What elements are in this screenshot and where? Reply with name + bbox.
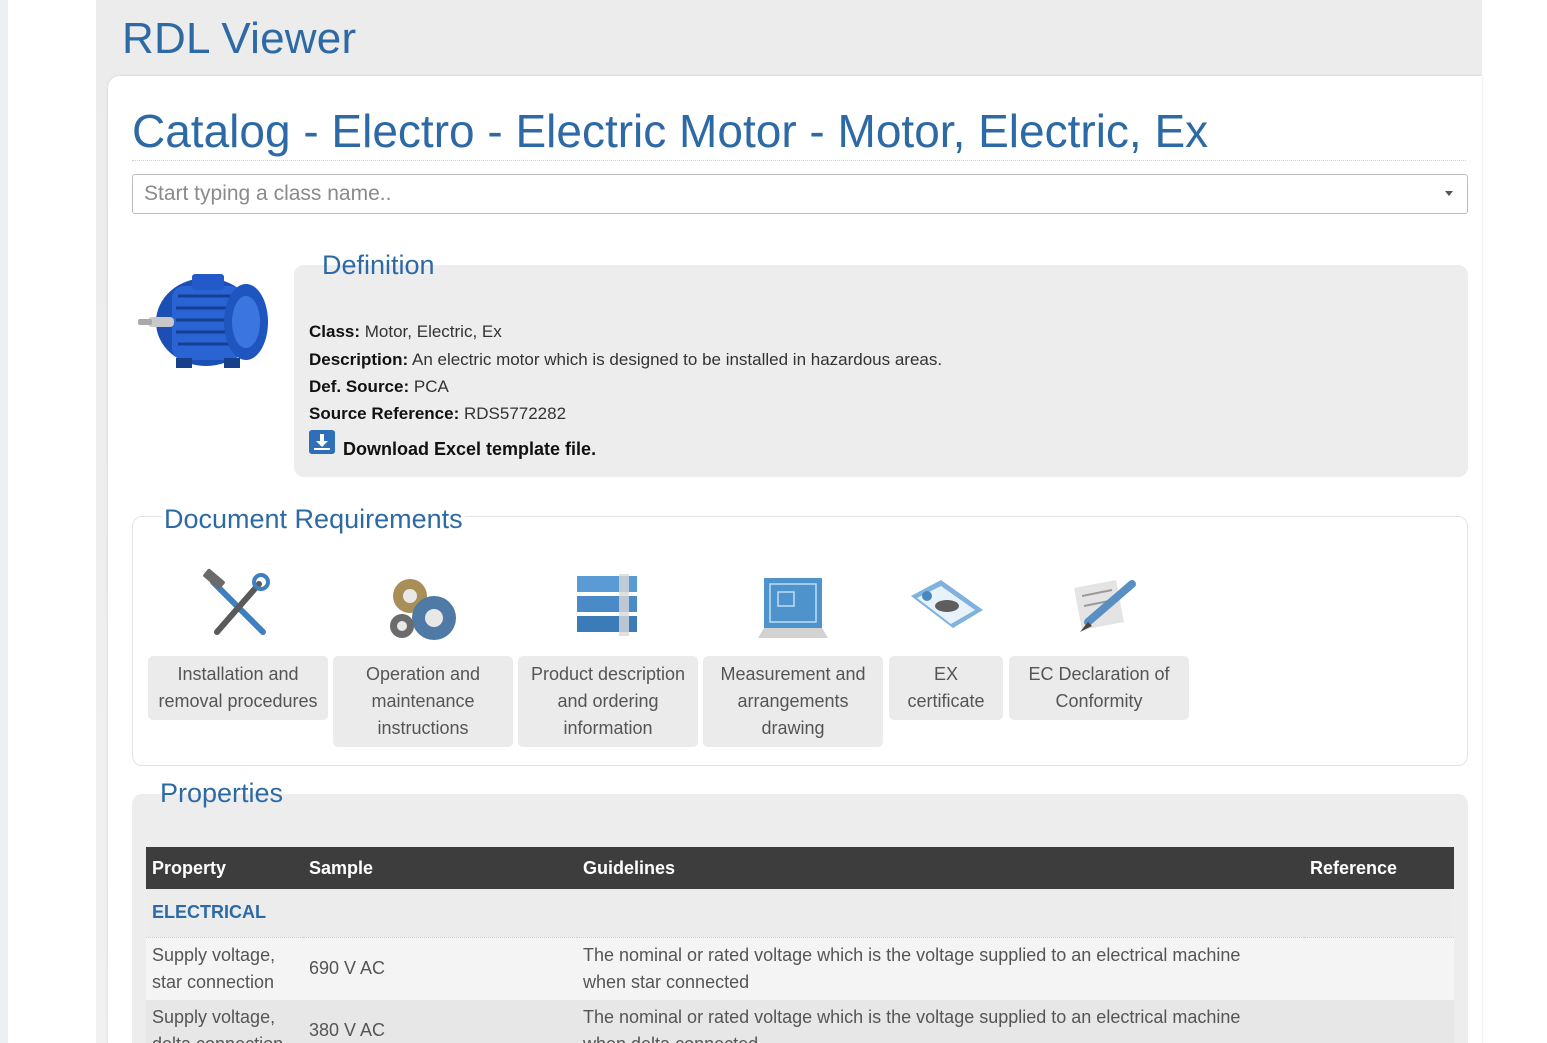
column-header-reference[interactable]: Reference: [1304, 847, 1454, 889]
doc-label-line: maintenance: [371, 691, 475, 711]
doc-label-line: Operation and: [365, 664, 481, 684]
guidelines-cell: The nominal or rated voltage which is th…: [577, 999, 1304, 1043]
property-name-line: star connection: [152, 971, 275, 992]
guidelines-cell: The nominal or rated voltage which is th…: [577, 937, 1304, 1000]
definition-source-label: Def. Source:: [309, 377, 410, 396]
property-name-line: delta connection: [152, 1031, 297, 1043]
doc-label-line: information: [563, 718, 653, 738]
property-cell: Supply voltage, delta connection: [146, 999, 303, 1043]
doc-label-line: Measurement and: [720, 664, 866, 684]
table-row[interactable]: Supply voltage, delta connection 380 V A…: [146, 999, 1454, 1043]
definition-description-label: Description:: [309, 350, 409, 369]
definition-heading: Definition: [322, 250, 435, 280]
definition-class: Class: Motor, Electric, Ex: [309, 322, 502, 342]
title-divider: [132, 160, 1466, 161]
table-row[interactable]: Supply voltage, star connection 690 V AC…: [146, 937, 1454, 1000]
column-header-property[interactable]: Property: [146, 847, 303, 889]
certificate-icon: [911, 580, 983, 628]
property-cell: Supply voltage, star connection: [146, 937, 303, 1000]
class-search-input[interactable]: [133, 175, 1433, 213]
definition-class-label: Class:: [309, 322, 361, 341]
definition-source-value: PCA: [413, 377, 449, 396]
reference-cell: [1304, 999, 1454, 1043]
gears-icon: [390, 579, 456, 640]
reference-cell: [1304, 937, 1454, 1000]
properties-heading: Properties: [160, 778, 284, 808]
table-group-row: ELECTRICAL: [146, 889, 1454, 938]
properties-table: Property Sample Guidelines Reference ELE…: [146, 847, 1454, 1043]
doc-label-line: Conformity: [1055, 691, 1143, 711]
definition-source-reference-value: RDS5772282: [463, 404, 567, 423]
download-excel-label[interactable]: Download Excel template file.: [343, 439, 596, 460]
doc-label-line: EX certificate: [907, 664, 985, 711]
doc-label-line: EC Declaration of: [1028, 664, 1170, 684]
definition-source-reference: Source Reference: RDS5772282: [309, 404, 566, 424]
doc-label-line: Product description: [530, 664, 686, 684]
sample-cell: 690 V AC: [303, 937, 577, 1000]
doc-label-measurement[interactable]: Measurement and arrangements drawing: [703, 656, 883, 747]
chevron-down-icon[interactable]: [1445, 191, 1453, 196]
definition-source: Def. Source: PCA: [309, 377, 449, 397]
electric-motor-image: [138, 274, 268, 368]
group-label: ELECTRICAL: [146, 889, 1454, 938]
doc-label-ec-declaration[interactable]: EC Declaration of Conformity: [1009, 656, 1189, 720]
left-gutter: [0, 0, 8, 1043]
doc-label-product-description[interactable]: Product description and ordering informa…: [518, 656, 698, 747]
app-title: RDL Viewer: [122, 14, 357, 63]
binders-icon: [577, 574, 637, 636]
doc-label-ex-certificate[interactable]: EX certificate: [889, 656, 1003, 720]
class-search-combobox[interactable]: [132, 174, 1468, 214]
definition-description-value: An electric motor which is designed to b…: [411, 350, 943, 369]
column-header-guidelines[interactable]: Guidelines: [577, 847, 1304, 889]
doc-label-operation[interactable]: Operation and maintenance instructions: [333, 656, 513, 747]
document-requirements-heading: Document Requirements: [162, 504, 465, 535]
column-header-sample[interactable]: Sample: [303, 847, 577, 889]
definition-description: Description: An electric motor which is …: [309, 350, 942, 370]
page-title: Catalog - Electro - Electric Motor - Mot…: [132, 105, 1209, 157]
definition-source-reference-label: Source Reference:: [309, 404, 460, 423]
table-header-row: Property Sample Guidelines Reference: [146, 847, 1454, 889]
doc-label-line: Installation and: [177, 664, 299, 684]
property-name-line: Supply voltage,: [152, 944, 276, 965]
sample-cell: 380 V AC: [303, 999, 577, 1043]
doc-label-line: and ordering: [557, 691, 659, 711]
doc-label-line: drawing: [761, 718, 825, 738]
doc-label-line: arrangements: [737, 691, 849, 711]
guideline-line: when star connected: [583, 971, 750, 992]
doc-label-line: removal procedures: [158, 691, 318, 711]
blueprint-icon: [758, 578, 828, 638]
definition-class-value: Motor, Electric, Ex: [364, 322, 502, 341]
guideline-line: The nominal or rated voltage which is th…: [583, 1006, 1241, 1027]
guideline-line: The nominal or rated voltage which is th…: [583, 944, 1241, 965]
doc-label-line: instructions: [377, 718, 469, 738]
guideline-line: when delta connected: [583, 1031, 1298, 1043]
property-name-line: Supply voltage,: [152, 1006, 276, 1027]
doc-label-installation[interactable]: Installation and removal procedures: [148, 656, 328, 720]
download-icon[interactable]: [309, 430, 335, 454]
tools-icon: [203, 568, 270, 635]
signature-pen-icon: [1074, 580, 1136, 632]
